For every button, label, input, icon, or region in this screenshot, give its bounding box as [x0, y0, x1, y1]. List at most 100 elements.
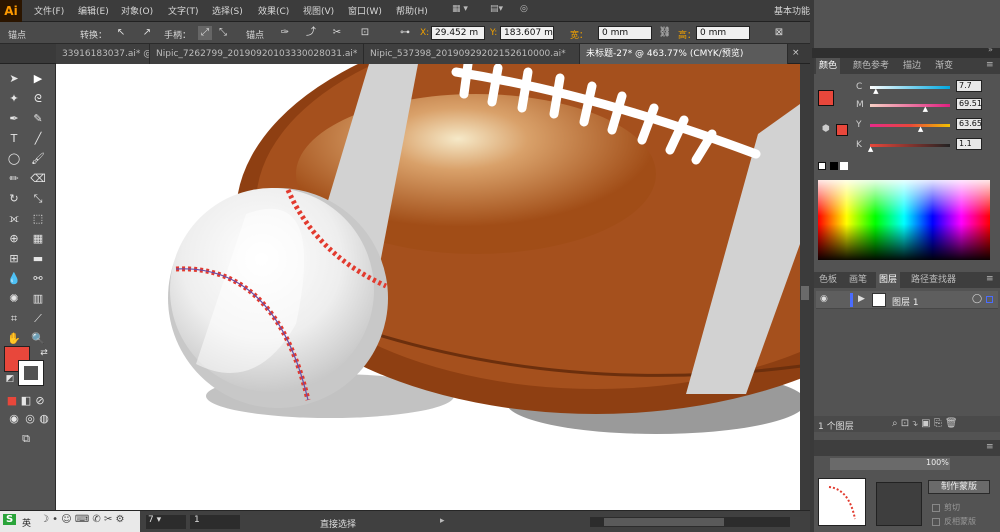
transform-icon[interactable]: ⊠ [772, 26, 786, 40]
y-value[interactable]: 63.65 [956, 118, 982, 130]
menu-edit[interactable]: 编辑(E) [78, 4, 109, 17]
artboard-tool-icon[interactable]: ⌗ [4, 310, 24, 328]
direct-selection-tool-icon[interactable]: ▶ [28, 70, 48, 88]
bridge-icon[interactable]: ▦ ▾ [452, 4, 468, 14]
zoom-field[interactable]: 7 ▾ [146, 515, 186, 529]
layer-row[interactable]: ◉ ▶ 图层 1 ◯ [816, 291, 998, 309]
none-swatch[interactable] [818, 162, 826, 170]
nav-menu-icon[interactable]: ≡ [986, 442, 994, 452]
tab-layers[interactable]: 图层 [876, 272, 901, 288]
isolate-icon[interactable]: ⊡ [358, 26, 372, 40]
tab-swatches[interactable]: 色板 [816, 272, 840, 288]
invert-mask-label[interactable]: 反相蒙版 [944, 516, 976, 527]
magic-wand-tool-icon[interactable]: ✦ [4, 90, 24, 108]
tab-color[interactable]: 颜色 [816, 58, 841, 74]
menu-type[interactable]: 文字(T) [168, 4, 199, 17]
screen-mode-icon[interactable]: ⧉ [16, 430, 36, 448]
scale-tool-icon[interactable]: ⤡ [28, 190, 48, 208]
m-value[interactable]: 69.51 [956, 98, 982, 110]
convert-smooth-icon[interactable]: ↗ [140, 26, 154, 40]
baseball[interactable] [168, 188, 388, 408]
k-slider-thumb[interactable]: ▲ [868, 145, 873, 153]
m-slider-thumb[interactable]: ▲ [923, 105, 928, 113]
free-transform-tool-icon[interactable]: ⬚ [28, 210, 48, 228]
layers-menu-icon[interactable]: ≡ [986, 274, 994, 284]
tab-brushes[interactable]: 画笔 [846, 272, 870, 288]
panel-menu-icon[interactable]: ≡ [986, 60, 994, 70]
tab-document-active[interactable]: 未标题-27* @ 463.77% (CMYK/预览) [580, 44, 788, 64]
c-slider[interactable] [870, 86, 950, 89]
blend-tool-icon[interactable]: ⚯ [28, 270, 48, 288]
tab-document-3[interactable]: Nipic_537398_20190929202152610000.ai* [364, 44, 580, 64]
x-field[interactable]: 29.452 m [431, 26, 485, 40]
tab-pathfinder[interactable]: 路径查找器 [908, 272, 959, 288]
selection-tool-icon[interactable]: ➤ [4, 70, 24, 88]
ime-tool-icons[interactable]: ☽ • ☺ ⌨ ✆ ✂ ⚙ [40, 514, 125, 525]
menu-effect[interactable]: 效果(C) [258, 4, 289, 17]
menu-view[interactable]: 视图(V) [303, 4, 334, 17]
horizontal-scrollbar[interactable] [590, 517, 790, 527]
status-nav-icon[interactable]: ▸ [440, 516, 445, 526]
make-mask-button[interactable]: 制作蒙版 [928, 480, 990, 494]
y-field[interactable]: 183.607 m [500, 26, 554, 40]
invert-mask-checkbox[interactable] [932, 518, 940, 526]
graph-tool-icon[interactable]: ▥ [28, 290, 48, 308]
opacity-field[interactable]: 100% [830, 458, 950, 470]
draw-inside-icon[interactable]: ◍ [34, 410, 54, 428]
pencil-tool-icon[interactable]: ✏ [4, 170, 24, 188]
clip-checkbox[interactable] [932, 504, 940, 512]
page-field[interactable]: 1 [190, 515, 240, 529]
menu-window[interactable]: 窗口(W) [348, 4, 382, 17]
tab-document-1[interactable]: 33916183037.ai* @ [56, 44, 150, 64]
slice-tool-icon[interactable]: ⟋ [28, 310, 48, 328]
ellipse-tool-icon[interactable]: ◯ [4, 150, 24, 168]
clip-label[interactable]: 剪切 [944, 502, 960, 513]
mesh-tool-icon[interactable]: ⊞ [4, 250, 24, 268]
collapse-panels-icon[interactable]: » [988, 45, 993, 54]
tab-close-icon[interactable]: × [792, 48, 800, 58]
curvature-tool-icon[interactable]: ✎ [28, 110, 48, 128]
arrange-icon[interactable]: ▤▾ [490, 4, 503, 14]
pen-tool-icon[interactable]: ✒ [4, 110, 24, 128]
cut-path-icon[interactable]: ✂ [330, 26, 344, 40]
color-spectrum[interactable] [818, 180, 990, 260]
white-swatch[interactable] [840, 162, 848, 170]
connect-anchor-icon[interactable]: ⤴ [304, 26, 318, 40]
height-field[interactable]: 0 mm [696, 26, 750, 40]
color-panel-stroke[interactable] [836, 124, 848, 136]
swap-colors-icon[interactable]: ⇄ [34, 344, 54, 362]
width-field[interactable]: 0 mm [598, 26, 652, 40]
perspective-grid-tool-icon[interactable]: ▦ [28, 230, 48, 248]
sogou-icon[interactable]: S [3, 514, 17, 525]
k-slider[interactable] [870, 144, 950, 147]
sync-icon[interactable]: ◎ [520, 4, 528, 14]
ime-toolbar[interactable]: S 英 ☽ • ☺ ⌨ ✆ ✂ ⚙ [0, 511, 140, 532]
layer-name[interactable]: 图层 1 [892, 295, 919, 308]
lasso-tool-icon[interactable]: ᘓ [28, 90, 48, 108]
color-panel-fill[interactable] [818, 90, 834, 106]
tab-document-2[interactable]: Nipic_7262799_20190920103330028031.ai* [150, 44, 364, 64]
menu-help[interactable]: 帮助(H) [396, 4, 428, 17]
m-slider[interactable] [870, 104, 950, 107]
gradient-tool-icon[interactable]: ▬ [28, 250, 48, 268]
canvas[interactable] [56, 64, 800, 510]
link-proportions-icon[interactable]: ⛓ [658, 26, 672, 40]
eraser-tool-icon[interactable]: ⌫ [28, 170, 48, 188]
scroll-thumb[interactable] [801, 286, 809, 300]
symbol-sprayer-tool-icon[interactable]: ✺ [4, 290, 24, 308]
k-value[interactable]: 1.1 [956, 138, 982, 150]
y-slider[interactable] [870, 124, 950, 127]
menu-select[interactable]: 选择(S) [212, 4, 243, 17]
black-swatch[interactable] [830, 162, 838, 170]
hide-handles-icon[interactable]: ⤡ [216, 26, 230, 40]
width-tool-icon[interactable]: ⟗ [4, 210, 24, 228]
target-icon[interactable]: ◯ [972, 294, 982, 304]
cube-icon[interactable]: ⬢ [822, 124, 830, 134]
visibility-eye-icon[interactable]: ◉ [820, 294, 828, 304]
type-tool-icon[interactable]: T [4, 130, 24, 148]
workspace-switcher[interactable]: 基本功能 [774, 4, 810, 17]
expand-layer-icon[interactable]: ▶ [858, 294, 865, 304]
rotate-tool-icon[interactable]: ↻ [4, 190, 24, 208]
c-value[interactable]: 7.7 [956, 80, 982, 92]
ime-lang[interactable]: 英 [22, 516, 31, 529]
